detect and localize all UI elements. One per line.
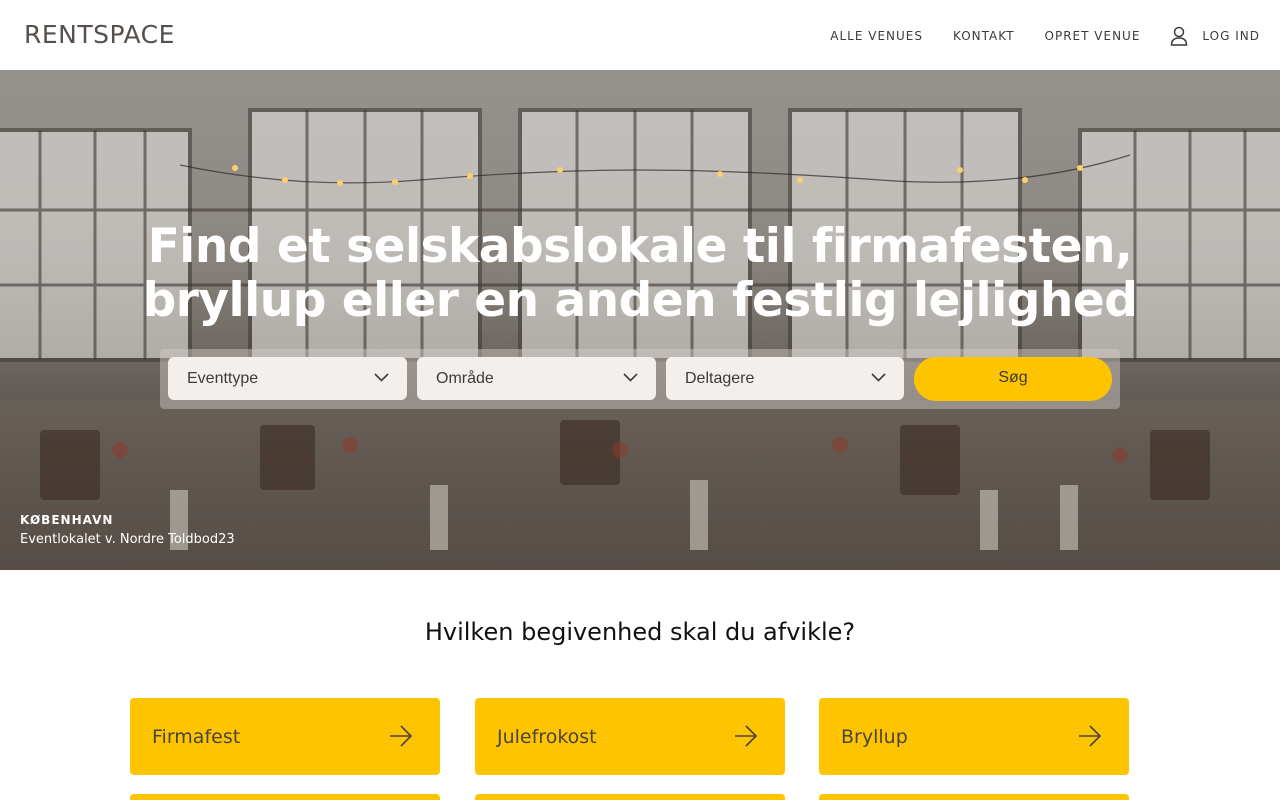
event-card-bryllup[interactable]: Bryllup	[819, 698, 1129, 775]
nav-create-venue[interactable]: OPRET VENUE	[1045, 27, 1141, 45]
caption-venue[interactable]: Eventlokalet v. Nordre Toldbod23	[20, 532, 235, 547]
search-button-label: Søg	[998, 369, 1028, 386]
caption-city: KØBENHAVN	[20, 513, 114, 527]
area-label: Område	[436, 370, 494, 387]
site-header: RENTSPACE ALLE VENUES KONTAKT OPRET VENU…	[0, 0, 1280, 70]
event-card-partial[interactable]	[475, 794, 785, 800]
event-card-firmafest[interactable]: Firmafest	[130, 698, 440, 775]
chevron-down-icon	[623, 373, 638, 382]
hero-title-line-1: Find et selskabslokale til firmafesten,	[147, 219, 1133, 274]
login-label: LOG IND	[1202, 29, 1260, 43]
chevron-down-icon	[871, 373, 886, 382]
chevron-down-icon	[374, 373, 389, 382]
event-card-label: Bryllup	[841, 726, 908, 748]
participants-select[interactable]: Deltagere	[666, 357, 904, 400]
event-type-select[interactable]: Eventtype	[168, 357, 407, 400]
hero-section: Find et selskabslokale til firmafesten, …	[0, 70, 1280, 570]
hero-title: Find et selskabslokale til firmafesten, …	[0, 220, 1280, 328]
search-bar: Eventtype Område Deltagere Søg	[160, 349, 1120, 409]
logo[interactable]: RENTSPACE	[24, 20, 175, 49]
search-button[interactable]: Søg	[914, 357, 1112, 401]
participants-label: Deltagere	[685, 370, 755, 387]
arrow-right-icon	[735, 725, 758, 747]
event-card-partial[interactable]	[130, 794, 440, 800]
event-card-label: Firmafest	[152, 726, 241, 748]
event-card-label: Julefrokost	[497, 726, 597, 748]
main-nav: ALLE VENUES KONTAKT OPRET VENUE LOG IND	[800, 26, 1260, 46]
user-icon	[1171, 26, 1188, 46]
event-type-label: Eventtype	[187, 370, 259, 387]
arrow-right-icon	[1079, 725, 1102, 747]
event-card-julefrokost[interactable]: Julefrokost	[475, 698, 785, 775]
arrow-right-icon	[390, 725, 413, 747]
hero-title-line-2: bryllup eller en anden festlig lejlighed	[142, 273, 1138, 328]
nav-contact[interactable]: KONTAKT	[953, 27, 1015, 45]
event-section-title: Hvilken begivenhed skal du afvikle?	[424, 618, 856, 646]
login-link[interactable]: LOG IND	[1170, 26, 1260, 46]
hero-caption: KØBENHAVN Eventlokalet v. Nordre Toldbod…	[20, 513, 235, 547]
area-select[interactable]: Område	[417, 357, 656, 400]
event-card-partial[interactable]	[819, 794, 1129, 800]
nav-all-venues[interactable]: ALLE VENUES	[830, 27, 923, 45]
